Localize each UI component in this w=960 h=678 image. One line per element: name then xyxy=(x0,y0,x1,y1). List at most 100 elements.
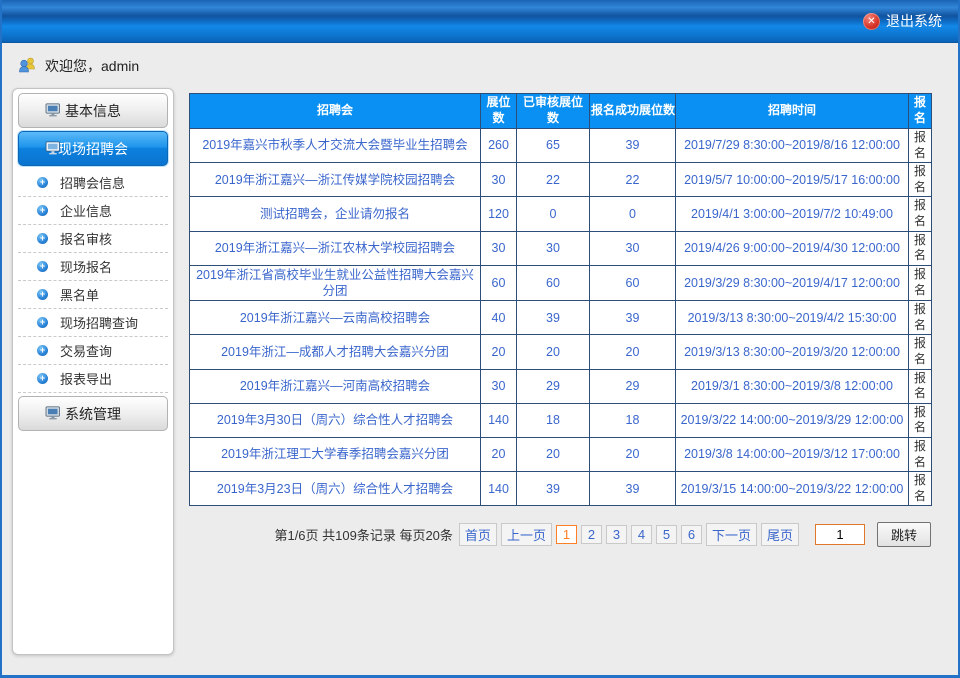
pagination-page-number[interactable]: 4 xyxy=(631,525,652,544)
pagination-page-number[interactable]: 1 xyxy=(556,525,577,544)
plus-icon: + xyxy=(37,317,48,328)
plus-icon: + xyxy=(37,373,48,384)
jobfair-name-link[interactable]: 2019年浙江嘉兴—云南高校招聘会 xyxy=(190,301,481,335)
sidebar-sub-item[interactable]: + 报名审核 xyxy=(18,225,168,253)
pagination-last[interactable]: 尾页 xyxy=(761,523,799,546)
recruit-time: 2019/7/29 8:30:00~2019/8/16 12:00:00 xyxy=(676,129,909,163)
jobfair-name-link[interactable]: 2019年浙江嘉兴—河南高校招聘会 xyxy=(190,369,481,403)
pagination-page-number[interactable]: 5 xyxy=(656,525,677,544)
approved-count: 0 xyxy=(517,197,590,231)
jobfair-name-link[interactable]: 2019年浙江省高校毕业生就业公益性招聘大会嘉兴分团 xyxy=(190,265,481,301)
jobfair-name-link[interactable]: 2019年浙江理工大学春季招聘会嘉兴分团 xyxy=(190,438,481,472)
sidebar-item-onsite-jobfair[interactable]: 现场招聘会 xyxy=(18,131,168,166)
apply-link[interactable]: 报名 xyxy=(909,197,932,231)
plus-icon: + xyxy=(37,205,48,216)
logout-button[interactable]: ✕ 退出系统 xyxy=(863,11,942,31)
welcome-text: 欢迎您，admin xyxy=(45,56,139,76)
sidebar-sub-item-label: 现场招聘查询 xyxy=(60,313,138,332)
sidebar-sub-item[interactable]: + 现场报名 xyxy=(18,253,168,281)
pagination-summary: 第1/6页 共109条记录 每页20条 xyxy=(274,525,452,544)
plus-icon: + xyxy=(37,289,48,300)
apply-link[interactable]: 报名 xyxy=(909,129,932,163)
jobfair-name-link[interactable]: 2019年3月23日（周六）综合性人才招聘会 xyxy=(190,472,481,506)
pagination-bar: 第1/6页 共109条记录 每页20条 首页 上一页 123456 下一页 尾页… xyxy=(189,522,931,547)
apply-link[interactable]: 报名 xyxy=(909,472,932,506)
booths-count: 20 xyxy=(481,438,517,472)
apply-link[interactable]: 报名 xyxy=(909,438,932,472)
sidebar-sub-item[interactable]: + 黑名单 xyxy=(18,281,168,309)
page-jump-button[interactable]: 跳转 xyxy=(877,522,931,547)
sidebar-sub-item[interactable]: + 招聘会信息 xyxy=(18,169,168,197)
pagination-page-number[interactable]: 6 xyxy=(681,525,702,544)
pagination-page-number[interactable]: 3 xyxy=(606,525,627,544)
registered-count: 20 xyxy=(590,335,676,369)
pagination-first[interactable]: 首页 xyxy=(459,523,497,546)
apply-link[interactable]: 报名 xyxy=(909,335,932,369)
table-row: 2019年嘉兴市秋季人才交流大会暨毕业生招聘会 260 65 39 2019/7… xyxy=(190,129,932,163)
recruit-time: 2019/4/1 3:00:00~2019/7/2 10:49:00 xyxy=(676,197,909,231)
recruit-time: 2019/3/13 8:30:00~2019/4/2 15:30:00 xyxy=(676,301,909,335)
plus-icon: + xyxy=(37,233,48,244)
pagination-next[interactable]: 下一页 xyxy=(706,523,757,546)
monitor-icon xyxy=(45,406,61,423)
sidebar-sub-item[interactable]: + 报表导出 xyxy=(18,365,168,393)
registered-count: 39 xyxy=(590,301,676,335)
jobfair-table: 招聘会 展位数 已审核展位数 报名成功展位数 招聘时间 报名 2019年嘉兴市秋… xyxy=(189,93,932,506)
booths-count: 30 xyxy=(481,369,517,403)
registered-count: 39 xyxy=(590,472,676,506)
sidebar-sub-item[interactable]: + 交易查询 xyxy=(18,337,168,365)
registered-count: 0 xyxy=(590,197,676,231)
table-header-row: 招聘会 展位数 已审核展位数 报名成功展位数 招聘时间 报名 xyxy=(190,94,932,129)
recruit-time: 2019/3/22 14:00:00~2019/3/29 12:00:00 xyxy=(676,403,909,437)
jobfair-name-link[interactable]: 2019年浙江—成都人才招聘大会嘉兴分团 xyxy=(190,335,481,369)
jobfair-name-link[interactable]: 2019年浙江嘉兴—浙江传媒学院校园招聘会 xyxy=(190,163,481,197)
pagination-prev[interactable]: 上一页 xyxy=(501,523,552,546)
col-header-jobfair: 招聘会 xyxy=(190,94,481,129)
apply-link[interactable]: 报名 xyxy=(909,301,932,335)
approved-count: 22 xyxy=(517,163,590,197)
welcome-bar: 欢迎您，admin xyxy=(18,56,958,76)
sidebar-sub-list: + 招聘会信息 + 企业信息 + 报名审核 + 现场报名 + 黑名单 + 现场招… xyxy=(18,169,168,393)
jobfair-name-link[interactable]: 2019年嘉兴市秋季人才交流大会暨毕业生招聘会 xyxy=(190,129,481,163)
monitor-icon xyxy=(45,103,61,120)
apply-link[interactable]: 报名 xyxy=(909,163,932,197)
jobfair-name-link[interactable]: 2019年浙江嘉兴—浙江农林大学校园招聘会 xyxy=(190,231,481,265)
table-row: 2019年浙江—成都人才招聘大会嘉兴分团 20 20 20 2019/3/13 … xyxy=(190,335,932,369)
sidebar-sub-item[interactable]: + 现场招聘查询 xyxy=(18,309,168,337)
approved-count: 18 xyxy=(517,403,590,437)
table-row: 2019年浙江嘉兴—河南高校招聘会 30 29 29 2019/3/1 8:30… xyxy=(190,369,932,403)
apply-link[interactable]: 报名 xyxy=(909,265,932,301)
page-jump-input[interactable] xyxy=(815,524,865,545)
table-row: 2019年浙江嘉兴—浙江农林大学校园招聘会 30 30 30 2019/4/26… xyxy=(190,231,932,265)
sidebar-sub-item[interactable]: + 企业信息 xyxy=(18,197,168,225)
recruit-time: 2019/3/8 14:00:00~2019/3/12 17:00:00 xyxy=(676,438,909,472)
sidebar-sub-item-label: 现场报名 xyxy=(60,257,112,276)
sidebar-item-system-mgmt[interactable]: 系统管理 xyxy=(18,396,168,431)
booths-count: 20 xyxy=(481,335,517,369)
recruit-time: 2019/3/13 8:30:00~2019/3/20 12:00:00 xyxy=(676,335,909,369)
apply-link[interactable]: 报名 xyxy=(909,403,932,437)
recruit-time: 2019/4/26 9:00:00~2019/4/30 12:00:00 xyxy=(676,231,909,265)
recruit-time: 2019/3/29 8:30:00~2019/4/17 12:00:00 xyxy=(676,265,909,301)
table-row: 测试招聘会，企业请勿报名 120 0 0 2019/4/1 3:00:00~20… xyxy=(190,197,932,231)
table-row: 2019年浙江省高校毕业生就业公益性招聘大会嘉兴分团 60 60 60 2019… xyxy=(190,265,932,301)
sidebar-item-label: 系统管理 xyxy=(65,404,121,424)
jobfair-name-link[interactable]: 测试招聘会，企业请勿报名 xyxy=(190,197,481,231)
registered-count: 60 xyxy=(590,265,676,301)
apply-link[interactable]: 报名 xyxy=(909,231,932,265)
sidebar: 基本信息 现场招聘会 + 招聘会信息 + 企业信息 + 报名审核 + 现场报名 … xyxy=(12,88,174,655)
approved-count: 20 xyxy=(517,438,590,472)
pagination-page-number[interactable]: 2 xyxy=(581,525,602,544)
sidebar-item-label: 现场招聘会 xyxy=(58,139,128,159)
recruit-time: 2019/3/15 14:00:00~2019/3/22 12:00:00 xyxy=(676,472,909,506)
registered-count: 30 xyxy=(590,231,676,265)
sidebar-item-basic-info[interactable]: 基本信息 xyxy=(18,93,168,128)
table-row: 2019年浙江嘉兴—云南高校招聘会 40 39 39 2019/3/13 8:3… xyxy=(190,301,932,335)
jobfair-name-link[interactable]: 2019年3月30日（周六）综合性人才招聘会 xyxy=(190,403,481,437)
booths-count: 120 xyxy=(481,197,517,231)
registered-count: 29 xyxy=(590,369,676,403)
sidebar-sub-item-label: 报名审核 xyxy=(60,229,112,248)
apply-link[interactable]: 报名 xyxy=(909,369,932,403)
sidebar-sub-item-label: 黑名单 xyxy=(60,285,99,304)
users-icon xyxy=(18,57,37,76)
